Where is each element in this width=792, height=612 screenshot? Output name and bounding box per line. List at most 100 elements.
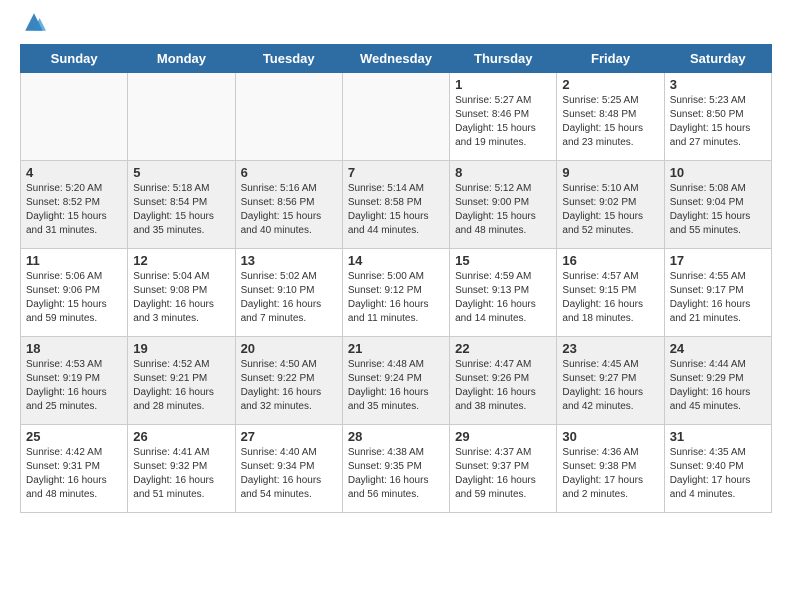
day-number: 28 bbox=[348, 429, 444, 444]
calendar-cell: 23 Sunrise: 4:45 AM Sunset: 9:27 PM Dayli… bbox=[557, 337, 664, 425]
cell-text: Sunrise: 4:42 AM Sunset: 9:31 PM Dayligh… bbox=[26, 446, 122, 502]
week-row-1: 1 Sunrise: 5:27 AM Sunset: 8:46 PM Daylig… bbox=[21, 73, 772, 161]
calendar-cell: 8 Sunrise: 5:12 AM Sunset: 9:00 PM Daylig… bbox=[450, 161, 557, 249]
logo-icon bbox=[22, 10, 46, 34]
cell-text: Sunrise: 5:06 AM Sunset: 9:06 PM Dayligh… bbox=[26, 270, 122, 326]
cell-text: Sunrise: 5:00 AM Sunset: 9:12 PM Dayligh… bbox=[348, 270, 444, 326]
day-number: 18 bbox=[26, 341, 122, 356]
cell-text: Sunrise: 4:35 AM Sunset: 9:40 PM Dayligh… bbox=[670, 446, 766, 502]
day-header-tuesday: Tuesday bbox=[235, 45, 342, 73]
cell-text: Sunrise: 5:04 AM Sunset: 9:08 PM Dayligh… bbox=[133, 270, 229, 326]
calendar-cell: 6 Sunrise: 5:16 AM Sunset: 8:56 PM Daylig… bbox=[235, 161, 342, 249]
day-number: 6 bbox=[241, 165, 337, 180]
calendar-cell: 31 Sunrise: 4:35 AM Sunset: 9:40 PM Dayli… bbox=[664, 425, 771, 513]
cell-text: Sunrise: 4:48 AM Sunset: 9:24 PM Dayligh… bbox=[348, 358, 444, 414]
cell-text: Sunrise: 4:55 AM Sunset: 9:17 PM Dayligh… bbox=[670, 270, 766, 326]
calendar-cell: 4 Sunrise: 5:20 AM Sunset: 8:52 PM Daylig… bbox=[21, 161, 128, 249]
calendar-cell: 22Sunrise: 4:47 AM Sunset: 9:26 PM Dayli… bbox=[450, 337, 557, 425]
cell-text: Sunrise: 4:57 AM Sunset: 9:15 PM Dayligh… bbox=[562, 270, 658, 326]
cell-text: Sunrise: 5:12 AM Sunset: 9:00 PM Dayligh… bbox=[455, 182, 551, 238]
cell-text: Sunrise: 4:50 AM Sunset: 9:22 PM Dayligh… bbox=[241, 358, 337, 414]
day-number: 15 bbox=[455, 253, 551, 268]
day-header-wednesday: Wednesday bbox=[342, 45, 449, 73]
cell-text: Sunrise: 5:18 AM Sunset: 8:54 PM Dayligh… bbox=[133, 182, 229, 238]
day-header-friday: Friday bbox=[557, 45, 664, 73]
calendar-cell bbox=[21, 73, 128, 161]
day-number: 19 bbox=[133, 341, 229, 356]
cell-text: Sunrise: 4:36 AM Sunset: 9:38 PM Dayligh… bbox=[562, 446, 658, 502]
calendar-cell: 17 Sunrise: 4:55 AM Sunset: 9:17 PM Dayli… bbox=[664, 249, 771, 337]
calendar-cell: 24 Sunrise: 4:44 AM Sunset: 9:29 PM Dayli… bbox=[664, 337, 771, 425]
calendar-cell bbox=[342, 73, 449, 161]
day-header-saturday: Saturday bbox=[664, 45, 771, 73]
cell-text: Sunrise: 5:10 AM Sunset: 9:02 PM Dayligh… bbox=[562, 182, 658, 238]
calendar-cell: 26 Sunrise: 4:41 AM Sunset: 9:32 PM Dayli… bbox=[128, 425, 235, 513]
calendar-cell: 16 Sunrise: 4:57 AM Sunset: 9:15 PM Dayli… bbox=[557, 249, 664, 337]
day-header-sunday: Sunday bbox=[21, 45, 128, 73]
day-number: 10 bbox=[670, 165, 766, 180]
day-number: 25 bbox=[26, 429, 122, 444]
calendar-cell: 19 Sunrise: 4:52 AM Sunset: 9:21 PM Dayli… bbox=[128, 337, 235, 425]
day-number: 13 bbox=[241, 253, 337, 268]
calendar-cell bbox=[235, 73, 342, 161]
week-row-5: 25 Sunrise: 4:42 AM Sunset: 9:31 PM Dayli… bbox=[21, 425, 772, 513]
calendar-cell: 2Sunrise: 5:25 AM Sunset: 8:48 PM Daylig… bbox=[557, 73, 664, 161]
calendar-cell: 10Sunrise: 5:08 AM Sunset: 9:04 PM Dayli… bbox=[664, 161, 771, 249]
cell-text: Sunrise: 4:44 AM Sunset: 9:29 PM Dayligh… bbox=[670, 358, 766, 414]
page-header bbox=[20, 20, 772, 34]
calendar-cell: 1 Sunrise: 5:27 AM Sunset: 8:46 PM Daylig… bbox=[450, 73, 557, 161]
day-number: 31 bbox=[670, 429, 766, 444]
day-number: 2 bbox=[562, 77, 658, 92]
week-row-4: 18 Sunrise: 4:53 AM Sunset: 9:19 PM Dayli… bbox=[21, 337, 772, 425]
day-number: 21 bbox=[348, 341, 444, 356]
day-number: 4 bbox=[26, 165, 122, 180]
day-number: 11 bbox=[26, 253, 122, 268]
calendar-cell: 15 Sunrise: 4:59 AM Sunset: 9:13 PM Dayli… bbox=[450, 249, 557, 337]
cell-text: Sunrise: 4:41 AM Sunset: 9:32 PM Dayligh… bbox=[133, 446, 229, 502]
day-number: 5 bbox=[133, 165, 229, 180]
day-number: 30 bbox=[562, 429, 658, 444]
calendar-cell: 30 Sunrise: 4:36 AM Sunset: 9:38 PM Dayli… bbox=[557, 425, 664, 513]
day-number: 14 bbox=[348, 253, 444, 268]
day-number: 29 bbox=[455, 429, 551, 444]
cell-text: Sunrise: 4:52 AM Sunset: 9:21 PM Dayligh… bbox=[133, 358, 229, 414]
day-number: 22 bbox=[455, 341, 551, 356]
cell-text: Sunrise: 5:14 AM Sunset: 8:58 PM Dayligh… bbox=[348, 182, 444, 238]
calendar-cell: 18 Sunrise: 4:53 AM Sunset: 9:19 PM Dayli… bbox=[21, 337, 128, 425]
day-number: 27 bbox=[241, 429, 337, 444]
calendar-cell: 14 Sunrise: 5:00 AM Sunset: 9:12 PM Dayli… bbox=[342, 249, 449, 337]
calendar-cell: 11 Sunrise: 5:06 AM Sunset: 9:06 PM Dayli… bbox=[21, 249, 128, 337]
day-number: 20 bbox=[241, 341, 337, 356]
cell-text: Sunrise: 5:20 AM Sunset: 8:52 PM Dayligh… bbox=[26, 182, 122, 238]
day-number: 23 bbox=[562, 341, 658, 356]
day-number: 24 bbox=[670, 341, 766, 356]
day-number: 1 bbox=[455, 77, 551, 92]
cell-text: Sunrise: 4:53 AM Sunset: 9:19 PM Dayligh… bbox=[26, 358, 122, 414]
calendar-cell: 12 Sunrise: 5:04 AM Sunset: 9:08 PM Dayli… bbox=[128, 249, 235, 337]
day-header-monday: Monday bbox=[128, 45, 235, 73]
calendar-cell bbox=[128, 73, 235, 161]
calendar-cell: 28Sunrise: 4:38 AM Sunset: 9:35 PM Dayli… bbox=[342, 425, 449, 513]
cell-text: Sunrise: 5:23 AM Sunset: 8:50 PM Dayligh… bbox=[670, 94, 766, 150]
day-number: 8 bbox=[455, 165, 551, 180]
calendar-cell: 13 Sunrise: 5:02 AM Sunset: 9:10 PM Dayli… bbox=[235, 249, 342, 337]
day-number: 7 bbox=[348, 165, 444, 180]
calendar-cell: 21 Sunrise: 4:48 AM Sunset: 9:24 PM Dayli… bbox=[342, 337, 449, 425]
cell-text: Sunrise: 5:27 AM Sunset: 8:46 PM Dayligh… bbox=[455, 94, 551, 150]
day-number: 26 bbox=[133, 429, 229, 444]
cell-text: Sunrise: 5:16 AM Sunset: 8:56 PM Dayligh… bbox=[241, 182, 337, 238]
day-number: 16 bbox=[562, 253, 658, 268]
day-header-thursday: Thursday bbox=[450, 45, 557, 73]
calendar-cell: 29 Sunrise: 4:37 AM Sunset: 9:37 PM Dayli… bbox=[450, 425, 557, 513]
cell-text: Sunrise: 5:02 AM Sunset: 9:10 PM Dayligh… bbox=[241, 270, 337, 326]
cell-text: Sunrise: 4:59 AM Sunset: 9:13 PM Dayligh… bbox=[455, 270, 551, 326]
calendar-table: SundayMondayTuesdayWednesdayThursdayFrid… bbox=[20, 44, 772, 513]
cell-text: Sunrise: 4:40 AM Sunset: 9:34 PM Dayligh… bbox=[241, 446, 337, 502]
day-number: 3 bbox=[670, 77, 766, 92]
day-number: 12 bbox=[133, 253, 229, 268]
day-number: 17 bbox=[670, 253, 766, 268]
calendar-cell: 5 Sunrise: 5:18 AM Sunset: 8:54 PM Daylig… bbox=[128, 161, 235, 249]
cell-text: Sunrise: 4:45 AM Sunset: 9:27 PM Dayligh… bbox=[562, 358, 658, 414]
cell-text: Sunrise: 4:37 AM Sunset: 9:37 PM Dayligh… bbox=[455, 446, 551, 502]
calendar-cell: 3 Sunrise: 5:23 AM Sunset: 8:50 PM Daylig… bbox=[664, 73, 771, 161]
